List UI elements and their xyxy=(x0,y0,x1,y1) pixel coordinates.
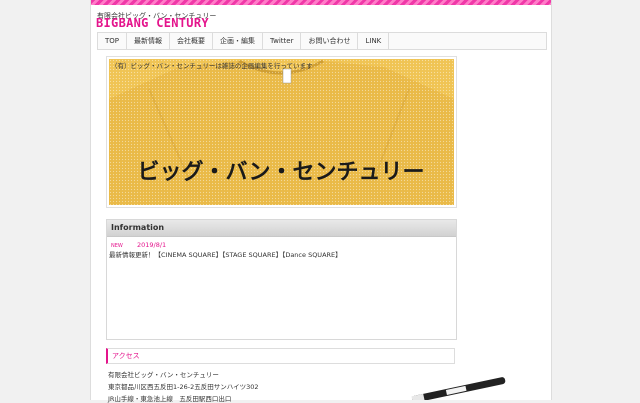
site-logo[interactable]: BIGBANG CENTURY xyxy=(96,16,209,30)
pen-illustration xyxy=(391,370,511,400)
hero-banner: ビッグ・バン・センチュリー （有）ビッグ・バン・センチュリーは雑誌の企画編集を行… xyxy=(106,56,457,208)
top-accent-bar xyxy=(91,0,551,5)
access-heading: アクセス xyxy=(106,348,455,364)
hero-caption: （有）ビッグ・バン・センチュリーは雑誌の企画編集を行っています xyxy=(111,62,313,70)
access-address: 東京都品川区西五反田1-26-2五反田サンハイツ302 xyxy=(108,383,259,391)
news-date: 2019/8/1 xyxy=(137,241,167,249)
shirt-print-text: ビッグ・バン・センチュリー xyxy=(137,159,424,185)
pen-photo xyxy=(391,370,511,400)
nav-item-top[interactable]: TOP xyxy=(98,33,128,49)
page-container: 有限会社ビッグ・バン・センチュリー BIGBANG CENTURY TOP 最新… xyxy=(90,0,552,403)
nav-item-company[interactable]: 会社概要 xyxy=(170,33,214,49)
tshirt-illustration: ビッグ・バン・センチュリー xyxy=(109,59,454,205)
information-panel: Information NEW 2019/8/1 最新情報更新！【CINEMA … xyxy=(106,219,457,340)
news-item-link[interactable]: 最新情報更新！【CINEMA SQUARE】【STAGE SQUARE】【Dan… xyxy=(109,249,342,259)
nav-item-twitter[interactable]: Twitter xyxy=(263,33,302,49)
nav-item-planning[interactable]: 企画・編集 xyxy=(213,33,264,49)
nav-item-news[interactable]: 最新情報 xyxy=(127,33,171,49)
nav-item-link[interactable]: LINK xyxy=(358,33,390,49)
access-station: JR山手線・東急池上線 五反田駅西口出口 xyxy=(108,395,232,403)
information-title: Information xyxy=(107,220,456,237)
nav-item-contact[interactable]: お問い合わせ xyxy=(301,33,359,49)
access-company: 有限会社ビッグ・バン・センチュリー xyxy=(108,371,219,379)
tshirt-photo: ビッグ・バン・センチュリー xyxy=(109,59,454,205)
main-nav: TOP 最新情報 会社概要 企画・編集 Twitter お問い合わせ LINK xyxy=(97,32,547,50)
